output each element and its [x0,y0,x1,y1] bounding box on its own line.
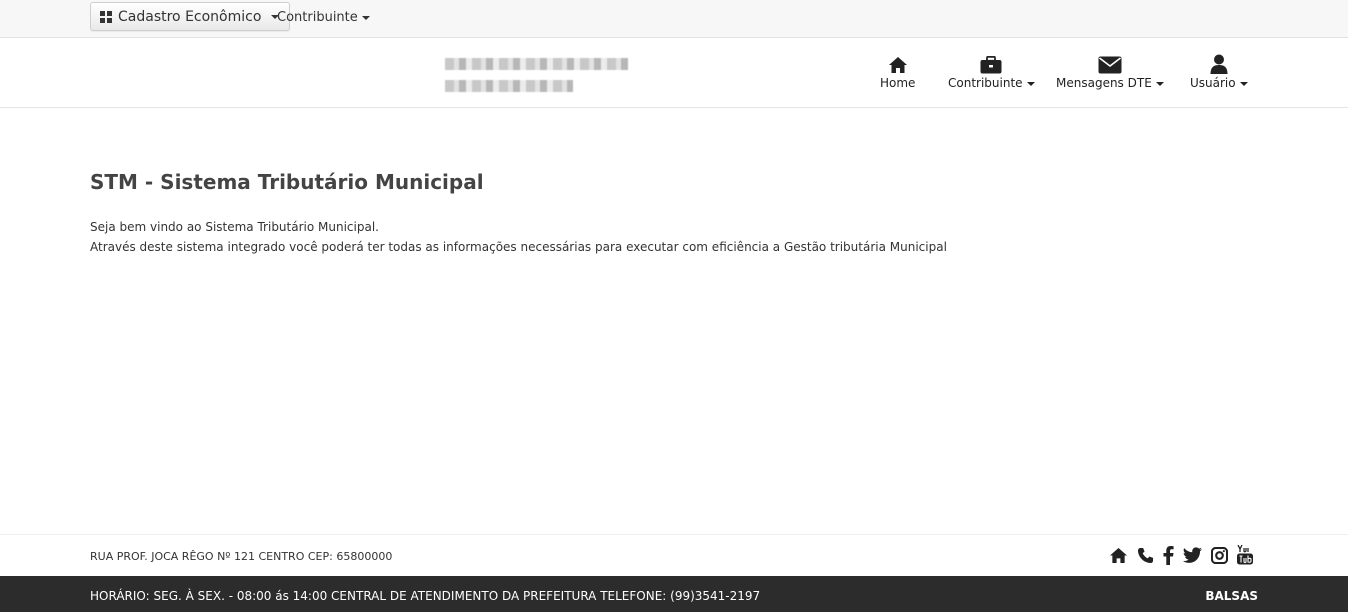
nav-mensagens-label: Mensagens DTE [1056,76,1164,90]
nav-contribuinte-label: Contribuinte [948,76,1035,90]
contribuinte-top-label: Contribuinte [277,10,358,25]
footer-bar: HORÁRIO: SEG. À SEX. - 08:00 ás 14:00 CE… [0,576,1348,612]
header: Home Contribuinte Mensagens DTE Usuário [0,38,1348,108]
footer-info: RUA PROF. JOCA RÊGO Nº 121 CENTRO CEP: 6… [0,534,1348,576]
description-text: Através deste sistema integrado você pod… [90,240,947,254]
phone-icon[interactable] [1137,547,1154,564]
nav-home-label: Home [880,76,916,90]
nav-home[interactable]: Home [880,54,915,90]
home-icon[interactable] [1109,547,1128,564]
welcome-text: Seja bem vindo ao Sistema Tributário Mun… [90,220,379,234]
envelope-icon [1098,54,1122,74]
nav-usuario[interactable]: Usuário [1190,54,1248,90]
instagram-icon[interactable] [1211,546,1228,564]
top-bar: Cadastro Econômico Contribuinte [0,0,1348,38]
home-icon [888,54,908,74]
page-title: STM - Sistema Tributário Municipal [90,170,484,194]
briefcase-icon [980,54,1002,74]
nav-contribuinte[interactable]: Contribuinte [948,54,1035,90]
twitter-icon[interactable] [1183,547,1202,563]
grid-icon [100,11,112,23]
caret-down-icon [361,15,370,20]
module-dropdown-button[interactable]: Cadastro Econômico [90,2,291,31]
youtube-icon[interactable] [1237,545,1253,565]
blurred-logo [445,56,630,96]
facebook-icon[interactable] [1163,545,1174,565]
hours-text: HORÁRIO: SEG. À SEX. - 08:00 ás 14:00 CE… [90,589,761,603]
caret-down-icon [1026,82,1035,86]
address-text: RUA PROF. JOCA RÊGO Nº 121 CENTRO CEP: 6… [90,550,393,563]
nav-usuario-label: Usuário [1190,76,1248,90]
nav-mensagens-dte[interactable]: Mensagens DTE [1056,54,1164,90]
user-icon [1210,54,1228,74]
city-name: BALSAS [1205,589,1258,603]
social-links [1109,545,1253,565]
module-dropdown-label: Cadastro Econômico [118,8,262,25]
contribuinte-top-menu[interactable]: Contribuinte [277,10,370,25]
caret-down-icon [1155,82,1164,86]
caret-down-icon [1239,82,1248,86]
